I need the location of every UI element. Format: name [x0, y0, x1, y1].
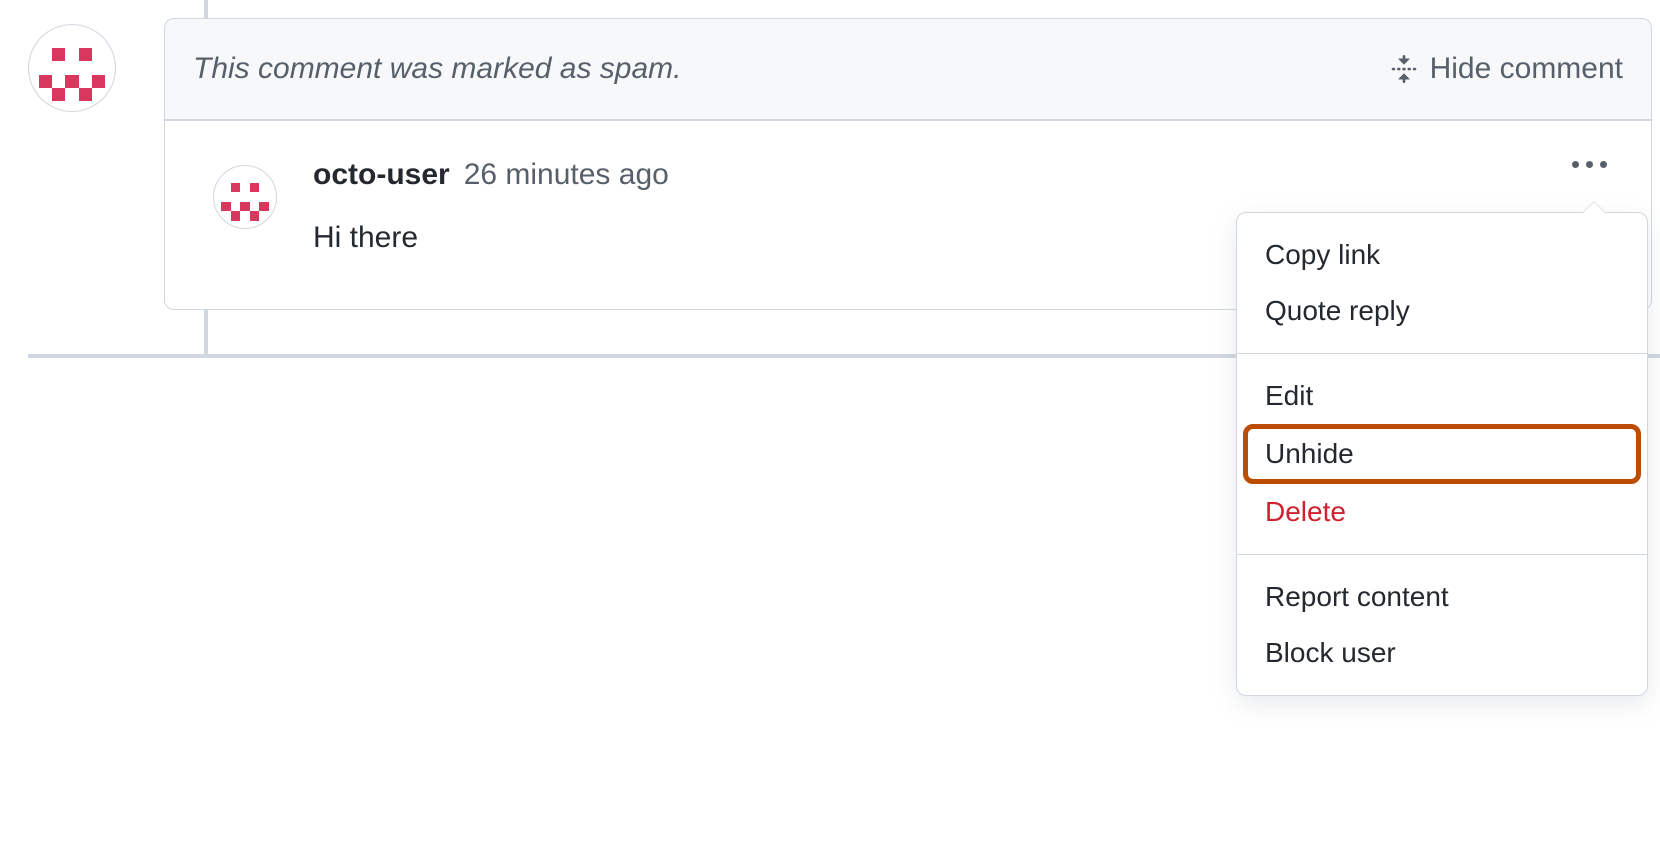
- menu-item-copy-link[interactable]: Copy link: [1237, 227, 1647, 283]
- spam-notice-text: This comment was marked as spam.: [193, 52, 681, 86]
- menu-item-quote-reply[interactable]: Quote reply: [1237, 283, 1647, 339]
- spam-banner: This comment was marked as spam. Hide co…: [164, 18, 1652, 120]
- comment-actions-kebab-button[interactable]: [1564, 153, 1615, 176]
- author-avatar-large[interactable]: [28, 24, 116, 112]
- menu-group-3: Report content Block user: [1237, 554, 1647, 695]
- kebab-dot-icon: [1572, 161, 1579, 168]
- fold-icon: [1390, 55, 1418, 83]
- hide-comment-label: Hide comment: [1430, 52, 1623, 86]
- author-avatar-small[interactable]: [213, 165, 277, 229]
- identicon-icon: [221, 173, 269, 221]
- username-link[interactable]: octo-user: [313, 157, 450, 193]
- menu-item-block-user[interactable]: Block user: [1237, 625, 1647, 681]
- comment-header: octo-user 26 minutes ago: [313, 157, 1623, 193]
- menu-item-report-content[interactable]: Report content: [1237, 569, 1647, 625]
- menu-item-delete[interactable]: Delete: [1237, 484, 1647, 540]
- hide-comment-button[interactable]: Hide comment: [1390, 52, 1623, 86]
- kebab-dot-icon: [1586, 161, 1593, 168]
- dropdown-caret-icon: [1583, 202, 1605, 213]
- menu-group-1: Copy link Quote reply: [1237, 213, 1647, 353]
- timestamp-link[interactable]: 26 minutes ago: [464, 157, 669, 193]
- menu-item-edit[interactable]: Edit: [1237, 368, 1647, 424]
- stage: This comment was marked as spam. Hide co…: [0, 0, 1660, 864]
- menu-group-2: Edit Unhide Delete: [1237, 353, 1647, 554]
- comment-actions-menu: Copy link Quote reply Edit Unhide Delete…: [1236, 212, 1648, 696]
- kebab-dot-icon: [1600, 161, 1607, 168]
- menu-item-unhide[interactable]: Unhide: [1245, 426, 1639, 482]
- identicon-icon: [39, 35, 105, 101]
